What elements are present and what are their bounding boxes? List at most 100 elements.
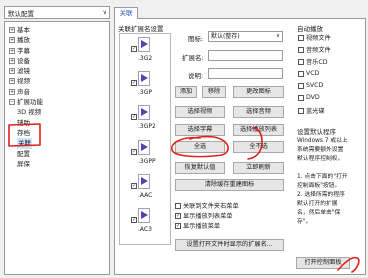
extension-name: .3G2	[138, 55, 153, 62]
checkbox[interactable]: ✓	[131, 149, 137, 155]
list-item[interactable]: ✓ .AAC	[120, 172, 170, 210]
option-label: VCD	[306, 70, 320, 77]
select-subtitle-button[interactable]: 选择字幕	[175, 124, 225, 136]
expand-icon[interactable]: +	[9, 88, 15, 95]
tree-item[interactable]: + 播放	[5, 35, 109, 45]
tree-item-label: 关联	[17, 138, 32, 149]
expand-icon[interactable]: +	[9, 27, 15, 33]
tree-item-label: 滤镜	[17, 67, 30, 76]
clear-cache-button[interactable]: 清除缓存重建图标	[175, 179, 284, 191]
tree-item[interactable]: + 字幕	[5, 46, 109, 56]
profile-dropdown[interactable]: 默认配置 ∨	[4, 6, 110, 19]
tree-item[interactable]: 辅助	[5, 118, 109, 128]
autoplay-cd-option[interactable]: 音乐CD	[298, 57, 327, 66]
note-line: 名，然后单击"保	[297, 210, 341, 216]
checkbox[interactable]	[298, 46, 304, 53]
tree-item[interactable]: + 视频	[5, 76, 109, 86]
autoplay-dvd-option[interactable]: DVD	[298, 94, 320, 101]
add-button[interactable]: 添加	[175, 86, 197, 98]
set-ext-names-button[interactable]: 设置打开文件时显示的扩展名...	[175, 239, 284, 251]
checkbox[interactable]	[298, 34, 304, 41]
list-item[interactable]: ✓ .AC3	[120, 206, 170, 244]
tree-item[interactable]: + 设备	[5, 56, 109, 66]
default-program-note: Windows 7 或以上 系统需要额外设置 默认程序控制权。 1. 点击下面的…	[297, 137, 359, 227]
icon-select[interactable]: 默认(整存) ∨	[208, 31, 283, 42]
tree-item[interactable]: 屏保	[5, 159, 109, 169]
list-item[interactable]: ✓ .3G2	[120, 35, 170, 73]
option-label: 音乐CD	[306, 59, 328, 66]
description-input[interactable]	[208, 68, 283, 79]
default-program-title: 设置默认程序	[297, 128, 336, 136]
expand-icon[interactable]: +	[9, 37, 15, 44]
refresh-now-button[interactable]: 立即刷新	[233, 162, 284, 174]
tree-item[interactable]: + 滤镜	[5, 66, 109, 76]
tab-association[interactable]: 关联	[114, 7, 138, 19]
checkbox[interactable]	[298, 107, 304, 114]
checkbox[interactable]: ✓	[175, 222, 181, 229]
remove-button[interactable]: 移除	[202, 86, 226, 98]
select-video-button[interactable]: 选择视频	[175, 106, 225, 118]
note-line	[297, 164, 359, 173]
chevron-down-icon: ∨	[275, 33, 280, 39]
expand-icon[interactable]: +	[9, 78, 15, 85]
tree-item[interactable]: 配置	[5, 149, 109, 159]
note-line: 2. 选择所需的程序	[297, 192, 345, 198]
autoplay-video-option[interactable]: 视频文件	[298, 33, 331, 42]
tree-item-label: 视频	[17, 77, 30, 86]
expand-icon[interactable]: +	[9, 47, 15, 54]
note-line: 控制面板"按钮。	[297, 183, 341, 189]
assoc-folder-menu-option[interactable]: 关联到文件夹右菜单	[175, 201, 239, 210]
checkbox[interactable]: ✓	[131, 183, 137, 189]
expand-icon[interactable]: +	[9, 68, 15, 75]
checkbox[interactable]: ✓	[131, 80, 137, 86]
checkbox[interactable]: ✓	[131, 217, 137, 223]
select-none-button[interactable]: 全不选	[233, 141, 284, 153]
extension-list[interactable]: ✓ .3G2 ✓ .3GP ✓ .3GP2 ✓ .3GPP ✓ .AAC ✓ .…	[119, 33, 171, 245]
media-file-icon	[138, 140, 150, 155]
checkbox[interactable]	[175, 202, 181, 209]
media-file-icon	[138, 208, 150, 223]
media-file-icon	[138, 105, 150, 120]
icon-label: 图标:	[188, 35, 204, 43]
checkbox[interactable]	[298, 70, 304, 77]
note-line: 默认程序控制权。	[297, 156, 344, 162]
autoplay-audio-option[interactable]: 音频文件	[298, 45, 331, 54]
show-playlist-menu-option[interactable]: ✓ 显示播放列表菜单	[175, 211, 233, 220]
expand-icon[interactable]: +	[9, 57, 15, 64]
tree-item-selected[interactable]: 关联	[5, 138, 109, 149]
settings-tree[interactable]: + 基本 + 播放 + 字幕 + 设备 + 滤镜 + 视频 + 声音 − 扩展功能 3D 视频 …	[4, 21, 110, 275]
open-control-panel-button[interactable]: 打开控制面板	[296, 257, 350, 269]
assoc-section-title: 关联扩展名设置	[118, 25, 164, 33]
select-all-button[interactable]: 全选	[175, 141, 225, 153]
show-play-menu-option[interactable]: ✓ 显示播放菜单	[175, 221, 220, 230]
list-item[interactable]: ✓ .3GPP	[120, 138, 170, 176]
list-item[interactable]: ✓ .3GP2	[120, 103, 170, 141]
change-icon-button[interactable]: 更改图标	[233, 86, 284, 98]
checkbox[interactable]	[298, 58, 304, 65]
checkbox[interactable]	[298, 82, 304, 89]
collapse-icon[interactable]: −	[9, 99, 15, 106]
extension-name: .3GP	[138, 89, 152, 96]
tree-item[interactable]: − 扩展功能	[5, 97, 109, 107]
extension-input[interactable]	[208, 50, 283, 61]
restore-default-button[interactable]: 恢复默认值	[175, 162, 225, 174]
autoplay-vcd-option[interactable]: VCD	[298, 70, 319, 77]
tree-item[interactable]: 存档	[5, 128, 109, 138]
list-item[interactable]: ✓ .3GP	[120, 69, 170, 107]
select-playlist-button[interactable]: 选择播放列表	[233, 124, 284, 136]
tree-item[interactable]: 3D 视频	[5, 107, 109, 117]
checkbox[interactable]: ✓	[131, 114, 137, 120]
note-line: 1. 点击下面的"打开	[297, 174, 348, 180]
autoplay-bluray-option[interactable]: 蓝光碟	[298, 106, 325, 115]
ext-label: 扩展名:	[182, 54, 204, 62]
option-label: 蓝光碟	[306, 108, 325, 115]
tree-item-label: 配置	[17, 149, 30, 158]
autoplay-svcd-option[interactable]: SVCD	[298, 82, 323, 89]
note-line: 存"。	[297, 219, 312, 225]
tree-item[interactable]: + 声音	[5, 87, 109, 97]
checkbox[interactable]: ✓	[131, 46, 137, 52]
select-audio-button[interactable]: 选择音频	[233, 106, 284, 118]
checkbox[interactable]	[298, 94, 304, 101]
checkbox[interactable]: ✓	[175, 212, 181, 219]
tree-item[interactable]: + 基本	[5, 25, 109, 35]
